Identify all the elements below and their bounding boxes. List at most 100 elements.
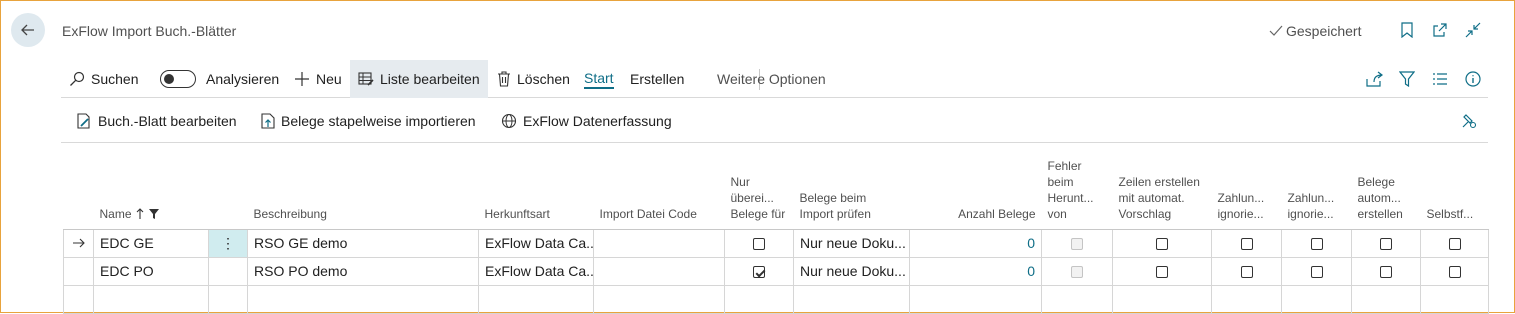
cell-create-lines[interactable] xyxy=(1112,284,1212,314)
cell-auto-create[interactable] xyxy=(1351,256,1421,286)
cell-payment-ignore-1[interactable] xyxy=(1211,256,1282,286)
new-button[interactable]: Neu xyxy=(294,60,342,98)
info-icon[interactable] xyxy=(1464,70,1482,88)
cell-payment-ignore-2[interactable] xyxy=(1281,228,1352,258)
checkbox[interactable] xyxy=(1240,266,1253,279)
header-import-file-code[interactable]: Import Datei Code xyxy=(593,144,725,230)
more-options-button[interactable]: Weitere Optionen xyxy=(717,60,826,98)
table-row[interactable]: EDC PO RSO PO demo ExFlow Data Ca... Nur… xyxy=(63,256,1489,286)
cell-doc-count[interactable]: 0 xyxy=(909,256,1042,286)
more-options-label: Weitere Optionen xyxy=(717,71,826,87)
header-marker xyxy=(63,144,94,230)
checkbox[interactable] xyxy=(1310,266,1323,279)
personalize-button[interactable] xyxy=(1461,99,1477,143)
pin-settings-icon xyxy=(1462,114,1477,129)
header-doc-count[interactable]: Anzahl Belege xyxy=(909,144,1042,230)
header-payment-ignore-2[interactable]: Zahlun... ignorie... xyxy=(1281,144,1352,230)
cell-import-file-code[interactable] xyxy=(593,256,725,286)
share-icon[interactable] xyxy=(1365,70,1383,88)
bookmark-icon[interactable] xyxy=(1398,21,1415,38)
cell-payment-ignore-1[interactable] xyxy=(1211,228,1282,258)
cell-skip-docs[interactable] xyxy=(724,228,794,258)
header-payment-ignore-1[interactable]: Zahlun... ignorie... xyxy=(1211,144,1282,230)
cell-import-file-code[interactable] xyxy=(593,228,725,258)
saved-status: Gespeichert xyxy=(1269,23,1361,39)
cell-doc-count[interactable]: 0 xyxy=(909,228,1042,258)
row-indicator xyxy=(63,256,94,286)
cell-payment-ignore-1[interactable] xyxy=(1211,284,1282,314)
data-capture-button[interactable]: ExFlow Datenerfassung xyxy=(501,99,672,143)
cell-self[interactable] xyxy=(1420,256,1489,286)
cell-self[interactable] xyxy=(1420,228,1489,258)
cell-description[interactable]: RSO PO demo xyxy=(247,256,479,286)
cell-check-on-import[interactable]: Nur neue Doku... xyxy=(793,228,910,258)
cell-check-on-import[interactable]: Nur neue Doku... xyxy=(793,256,910,286)
checkmark-icon xyxy=(1269,25,1283,36)
batch-import-button[interactable]: Belege stapelweise importieren xyxy=(261,99,476,143)
header-create-lines[interactable]: Zeilen erstellen mit automat. Vorschlag xyxy=(1112,144,1212,230)
tab-create[interactable]: Erstellen xyxy=(630,60,684,98)
header-auto-create[interactable]: Belege autom... erstellen xyxy=(1351,144,1421,230)
cell-payment-ignore-2[interactable] xyxy=(1281,284,1352,314)
checkbox[interactable] xyxy=(1448,266,1461,279)
checkbox-checked[interactable] xyxy=(753,266,765,279)
globe-icon xyxy=(501,113,517,129)
header-description[interactable]: Beschreibung xyxy=(247,144,479,230)
toggle-switch[interactable] xyxy=(160,70,196,88)
checkbox[interactable] xyxy=(1240,238,1253,251)
search-button[interactable]: Suchen xyxy=(69,60,138,98)
checkbox[interactable] xyxy=(1156,238,1168,251)
header-source-type[interactable]: Herkunftsart xyxy=(478,144,594,230)
cell-self[interactable] xyxy=(1420,284,1489,314)
open-new-window-icon[interactable] xyxy=(1431,21,1448,38)
checkbox[interactable] xyxy=(753,238,765,251)
tab-start-label: Start xyxy=(584,70,614,89)
cell-skip-docs[interactable] xyxy=(724,256,794,286)
cell-auto-create[interactable] xyxy=(1351,228,1421,258)
cell-source-type[interactable] xyxy=(478,284,594,314)
search-icon xyxy=(70,71,85,86)
cell-payment-ignore-2[interactable] xyxy=(1281,256,1352,286)
cell-name[interactable]: EDC PO xyxy=(93,256,209,286)
edit-list-button[interactable]: Liste bearbeiten xyxy=(350,60,488,98)
filter-icon[interactable] xyxy=(1398,70,1416,88)
header-skip-docs[interactable]: Nur überei... Belege für xyxy=(724,144,794,230)
checkbox[interactable] xyxy=(1448,238,1461,251)
cell-doc-count[interactable] xyxy=(909,284,1042,314)
table-row[interactable]: EDC GE ⋮ RSO GE demo ExFlow Data Ca... N… xyxy=(63,228,1489,258)
header-self[interactable]: Selbstf... xyxy=(1420,144,1489,230)
cell-skip-docs[interactable] xyxy=(724,284,794,314)
tab-create-label: Erstellen xyxy=(630,71,685,87)
cell-source-type[interactable]: ExFlow Data Ca... xyxy=(478,228,594,258)
checkbox[interactable] xyxy=(1310,238,1323,251)
cell-source-type[interactable]: ExFlow Data Ca... xyxy=(478,256,594,286)
right-toolbar xyxy=(1365,60,1482,98)
checkbox-disabled xyxy=(1071,266,1083,279)
header-error-download[interactable]: Fehler beim Herunt... von xyxy=(1041,144,1113,230)
table-row-empty[interactable] xyxy=(63,284,1489,314)
list-view-icon[interactable] xyxy=(1431,70,1449,88)
checkbox[interactable] xyxy=(1380,238,1392,251)
checkbox[interactable] xyxy=(1380,266,1392,279)
cell-create-lines[interactable] xyxy=(1112,228,1212,258)
edit-journal-button[interactable]: Buch.-Blatt bearbeiten xyxy=(76,99,237,143)
filter-active-icon xyxy=(148,208,159,219)
tab-start[interactable]: Start xyxy=(584,60,614,98)
delete-button[interactable]: Löschen xyxy=(497,60,570,98)
checkbox[interactable] xyxy=(1156,266,1168,279)
cell-name[interactable] xyxy=(93,284,209,314)
analyze-toggle[interactable]: Analysieren xyxy=(160,60,279,98)
header-check-on-import[interactable]: Belege beim Import prüfen xyxy=(793,144,910,230)
cell-auto-create[interactable] xyxy=(1351,284,1421,314)
cell-check-on-import[interactable] xyxy=(793,284,910,314)
header-name[interactable]: Name xyxy=(93,144,209,230)
cell-name[interactable]: EDC GE xyxy=(93,228,209,258)
collapse-icon[interactable] xyxy=(1464,21,1481,38)
cell-description[interactable]: RSO GE demo xyxy=(247,228,479,258)
back-button[interactable] xyxy=(11,13,45,47)
cell-create-lines[interactable] xyxy=(1112,256,1212,286)
edit-list-label: Liste bearbeiten xyxy=(380,71,480,87)
cell-description[interactable] xyxy=(247,284,479,314)
row-actions-button[interactable]: ⋮ xyxy=(208,228,248,258)
cell-import-file-code[interactable] xyxy=(593,284,725,314)
